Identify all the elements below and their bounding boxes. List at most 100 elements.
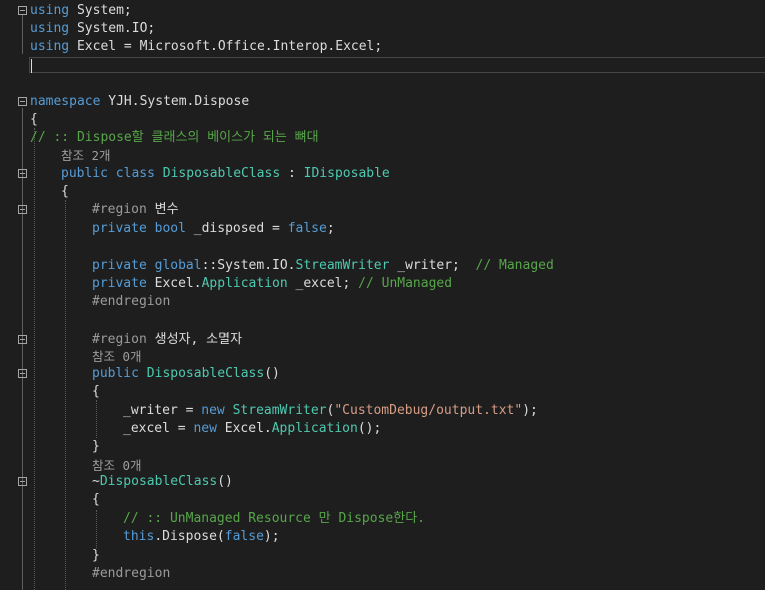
code-token: using (30, 21, 70, 36)
code-line[interactable] (0, 238, 765, 256)
code-token: } (92, 439, 100, 454)
code-line[interactable]: private global::System.IO.StreamWriter _… (0, 257, 765, 275)
code-token: private (92, 258, 147, 273)
code-text: { (61, 183, 69, 201)
code-token: } (92, 548, 100, 563)
code-token: private (92, 221, 147, 236)
code-text: private global::System.IO.StreamWriter _… (92, 257, 554, 275)
code-line[interactable]: { (0, 111, 765, 129)
code-line[interactable]: 참조 2개 (0, 147, 765, 165)
code-token: DisposableClass (162, 166, 281, 181)
code-token: false (224, 529, 264, 544)
code-token: IDisposable (303, 166, 390, 181)
code-line[interactable]: _writer = new StreamWriter("CustomDebug/… (0, 402, 765, 420)
collapse-icon[interactable] (18, 169, 27, 178)
code-line[interactable] (0, 76, 765, 94)
code-line[interactable]: // :: Dispose할 클래스의 베이스가 되는 뼈대 (0, 129, 765, 147)
code-line[interactable]: public class DisposableClass : IDisposab… (0, 165, 765, 183)
code-line[interactable]: #endregion (0, 565, 765, 583)
code-text: #region 변수 (92, 201, 179, 219)
collapse-icon[interactable] (18, 205, 27, 214)
code-line[interactable]: private bool _disposed = false; (0, 220, 765, 238)
code-line[interactable]: using Excel = Microsoft.Office.Interop.E… (0, 38, 765, 56)
code-editor[interactable]: using System; using System.IO; using Excel… (0, 0, 765, 590)
code-text: #endregion (92, 565, 170, 583)
code-text: _excel = new Excel.Application(); (123, 420, 381, 438)
collapse-icon[interactable] (18, 369, 27, 378)
code-token: StreamWriter (232, 403, 327, 418)
code-token: ::System.IO. (201, 258, 296, 273)
collapse-icon[interactable] (18, 6, 27, 15)
code-token: Excel = Microsoft.Office.Interop.Excel; (69, 39, 383, 54)
code-line[interactable]: using System; (0, 2, 765, 20)
code-token: new (193, 421, 217, 436)
code-text: this.Dispose(false); (123, 528, 280, 546)
code-token: Application (271, 421, 358, 436)
code-line[interactable]: { (0, 183, 765, 201)
code-line[interactable]: { (0, 383, 765, 401)
code-token: class (115, 166, 155, 181)
reference-count-lens[interactable]: 참조 0개 (92, 458, 142, 473)
code-token: .Dispose( (154, 529, 225, 544)
code-line[interactable]: #region 생성자, 소멸자 (0, 331, 765, 349)
code-text: using System; (30, 2, 132, 20)
code-text: private bool _disposed = false; (92, 220, 335, 238)
code-token: ); (522, 403, 538, 418)
code-line[interactable]: { (0, 491, 765, 509)
code-text: namespace YJH.System.Dispose (30, 93, 249, 111)
code-token: #region (92, 332, 147, 347)
code-token: () (264, 366, 280, 381)
code-line[interactable]: } (0, 438, 765, 456)
code-token: : (280, 166, 304, 181)
code-token: System; (69, 3, 132, 18)
code-line[interactable]: 참조 0개 (0, 348, 765, 366)
collapse-icon[interactable] (18, 477, 27, 486)
code-token: ~ (92, 474, 100, 489)
code-token: { (92, 384, 100, 399)
code-token: () (217, 474, 233, 489)
collapse-icon[interactable] (18, 335, 27, 344)
code-line[interactable]: // :: UnManaged Resource 만 Dispose한다. (0, 510, 765, 528)
code-text: #endregion (92, 293, 170, 311)
code-text: public class DisposableClass : IDisposab… (61, 165, 390, 183)
code-token: Application (201, 276, 288, 291)
code-line[interactable] (0, 56, 765, 74)
code-token: 변수 (146, 202, 179, 217)
code-line[interactable]: } (0, 547, 765, 565)
code-token: { (30, 112, 38, 127)
code-line[interactable]: using System.IO; (0, 20, 765, 38)
code-line[interactable] (0, 312, 765, 330)
code-token: System.IO; (69, 21, 156, 36)
reference-count-lens[interactable]: 참조 0개 (92, 349, 142, 364)
code-text: public DisposableClass() (92, 365, 280, 383)
code-text: 참조 2개 (61, 147, 111, 166)
code-token: _excel = (123, 421, 194, 436)
code-token: _writer = (123, 403, 202, 418)
collapse-icon[interactable] (18, 97, 27, 106)
code-token: Excel. (146, 276, 202, 291)
code-line[interactable]: this.Dispose(false); (0, 528, 765, 546)
code-line[interactable]: #region 변수 (0, 201, 765, 219)
code-line[interactable]: _excel = new Excel.Application(); (0, 420, 765, 438)
code-token: #endregion (92, 294, 171, 309)
code-token: "CustomDebug/output.txt" (334, 403, 523, 418)
code-line[interactable]: #endregion (0, 293, 765, 311)
code-text: } (92, 547, 100, 565)
code-token: #region (92, 202, 147, 217)
code-line[interactable]: ~DisposableClass() (0, 473, 765, 491)
code-text: } (92, 438, 100, 456)
code-text: using System.IO; (30, 20, 155, 38)
code-line[interactable]: private Excel.Application _excel; // UnM… (0, 275, 765, 293)
code-token: public (92, 366, 139, 381)
code-token: 생성자, 소멸자 (146, 332, 243, 347)
code-line[interactable]: public DisposableClass() (0, 365, 765, 383)
code-text: using Excel = Microsoft.Office.Interop.E… (30, 38, 382, 56)
reference-count-lens[interactable]: 참조 2개 (61, 148, 111, 163)
code-line[interactable]: namespace YJH.System.Dispose (0, 93, 765, 111)
code-token: this (123, 529, 155, 544)
code-text: { (92, 383, 100, 401)
